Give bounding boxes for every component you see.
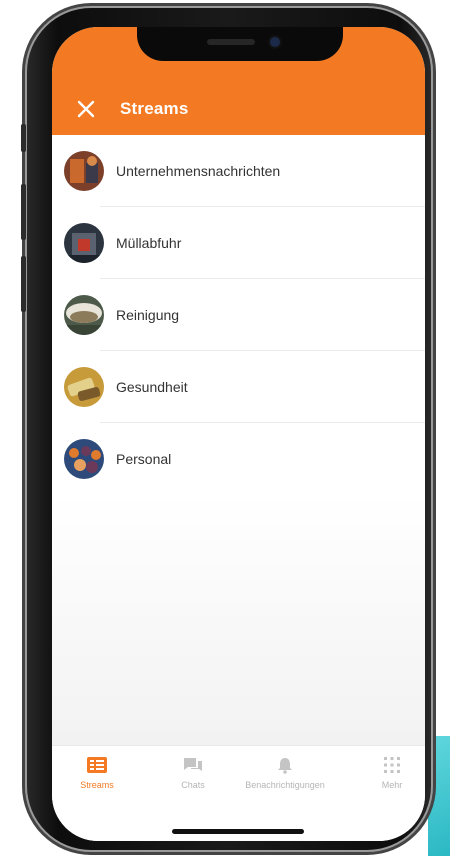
page-title: Streams [120,99,189,118]
bottom-tab-bar: Streams Chats Benachrichtigungen Mehr [52,745,425,841]
close-button[interactable] [72,95,100,123]
tab-mehr[interactable]: Mehr [374,756,410,790]
phone-frame: Streams Unternehmensnachrichten Müllabfu… [21,6,433,852]
tab-label: Benachrichtigungen [245,780,325,790]
tab-benachrichtigungen[interactable]: Benachrichtigungen [240,756,330,790]
phone-screen: Streams Unternehmensnachrichten Müllabfu… [52,27,425,841]
tab-label: Streams [80,780,114,790]
mute-switch [21,124,26,152]
volume-up-button [21,184,26,240]
front-camera [270,37,280,47]
empty-list-area [52,495,425,745]
bell-icon [278,758,292,774]
home-indicator [172,829,304,834]
chat-icon [184,758,202,771]
tab-label: Chats [181,780,205,790]
stream-item-muellabfuhr[interactable]: Müllabfuhr [52,207,425,279]
stream-label: Müllabfuhr [116,235,182,251]
team-avatar [64,439,104,479]
speaker [207,39,255,45]
streams-icon [87,757,107,773]
health-avatar [64,367,104,407]
stream-label: Reinigung [116,307,180,323]
tab-chats[interactable]: Chats [168,756,218,790]
stream-item-gesundheit[interactable]: Gesundheit [52,351,425,423]
grid-icon [384,757,400,773]
stream-item-unternehmensnachrichten[interactable]: Unternehmensnachrichten [52,135,425,207]
close-icon [77,100,95,118]
stream-item-personal[interactable]: Personal [52,423,425,495]
garbage-truck-avatar [64,223,104,263]
news-avatar [64,151,104,191]
stream-item-reinigung[interactable]: Reinigung [52,279,425,351]
stream-label: Unternehmensnachrichten [116,163,281,179]
notch [137,27,343,61]
tab-streams[interactable]: Streams [72,756,122,790]
stream-list: Unternehmensnachrichten Müllabfuhr Reini… [52,135,425,495]
cleaning-avatar [64,295,104,335]
volume-down-button [21,256,26,312]
tab-label: Mehr [381,780,403,790]
stream-label: Personal [116,451,172,467]
stream-label: Gesundheit [116,379,188,395]
